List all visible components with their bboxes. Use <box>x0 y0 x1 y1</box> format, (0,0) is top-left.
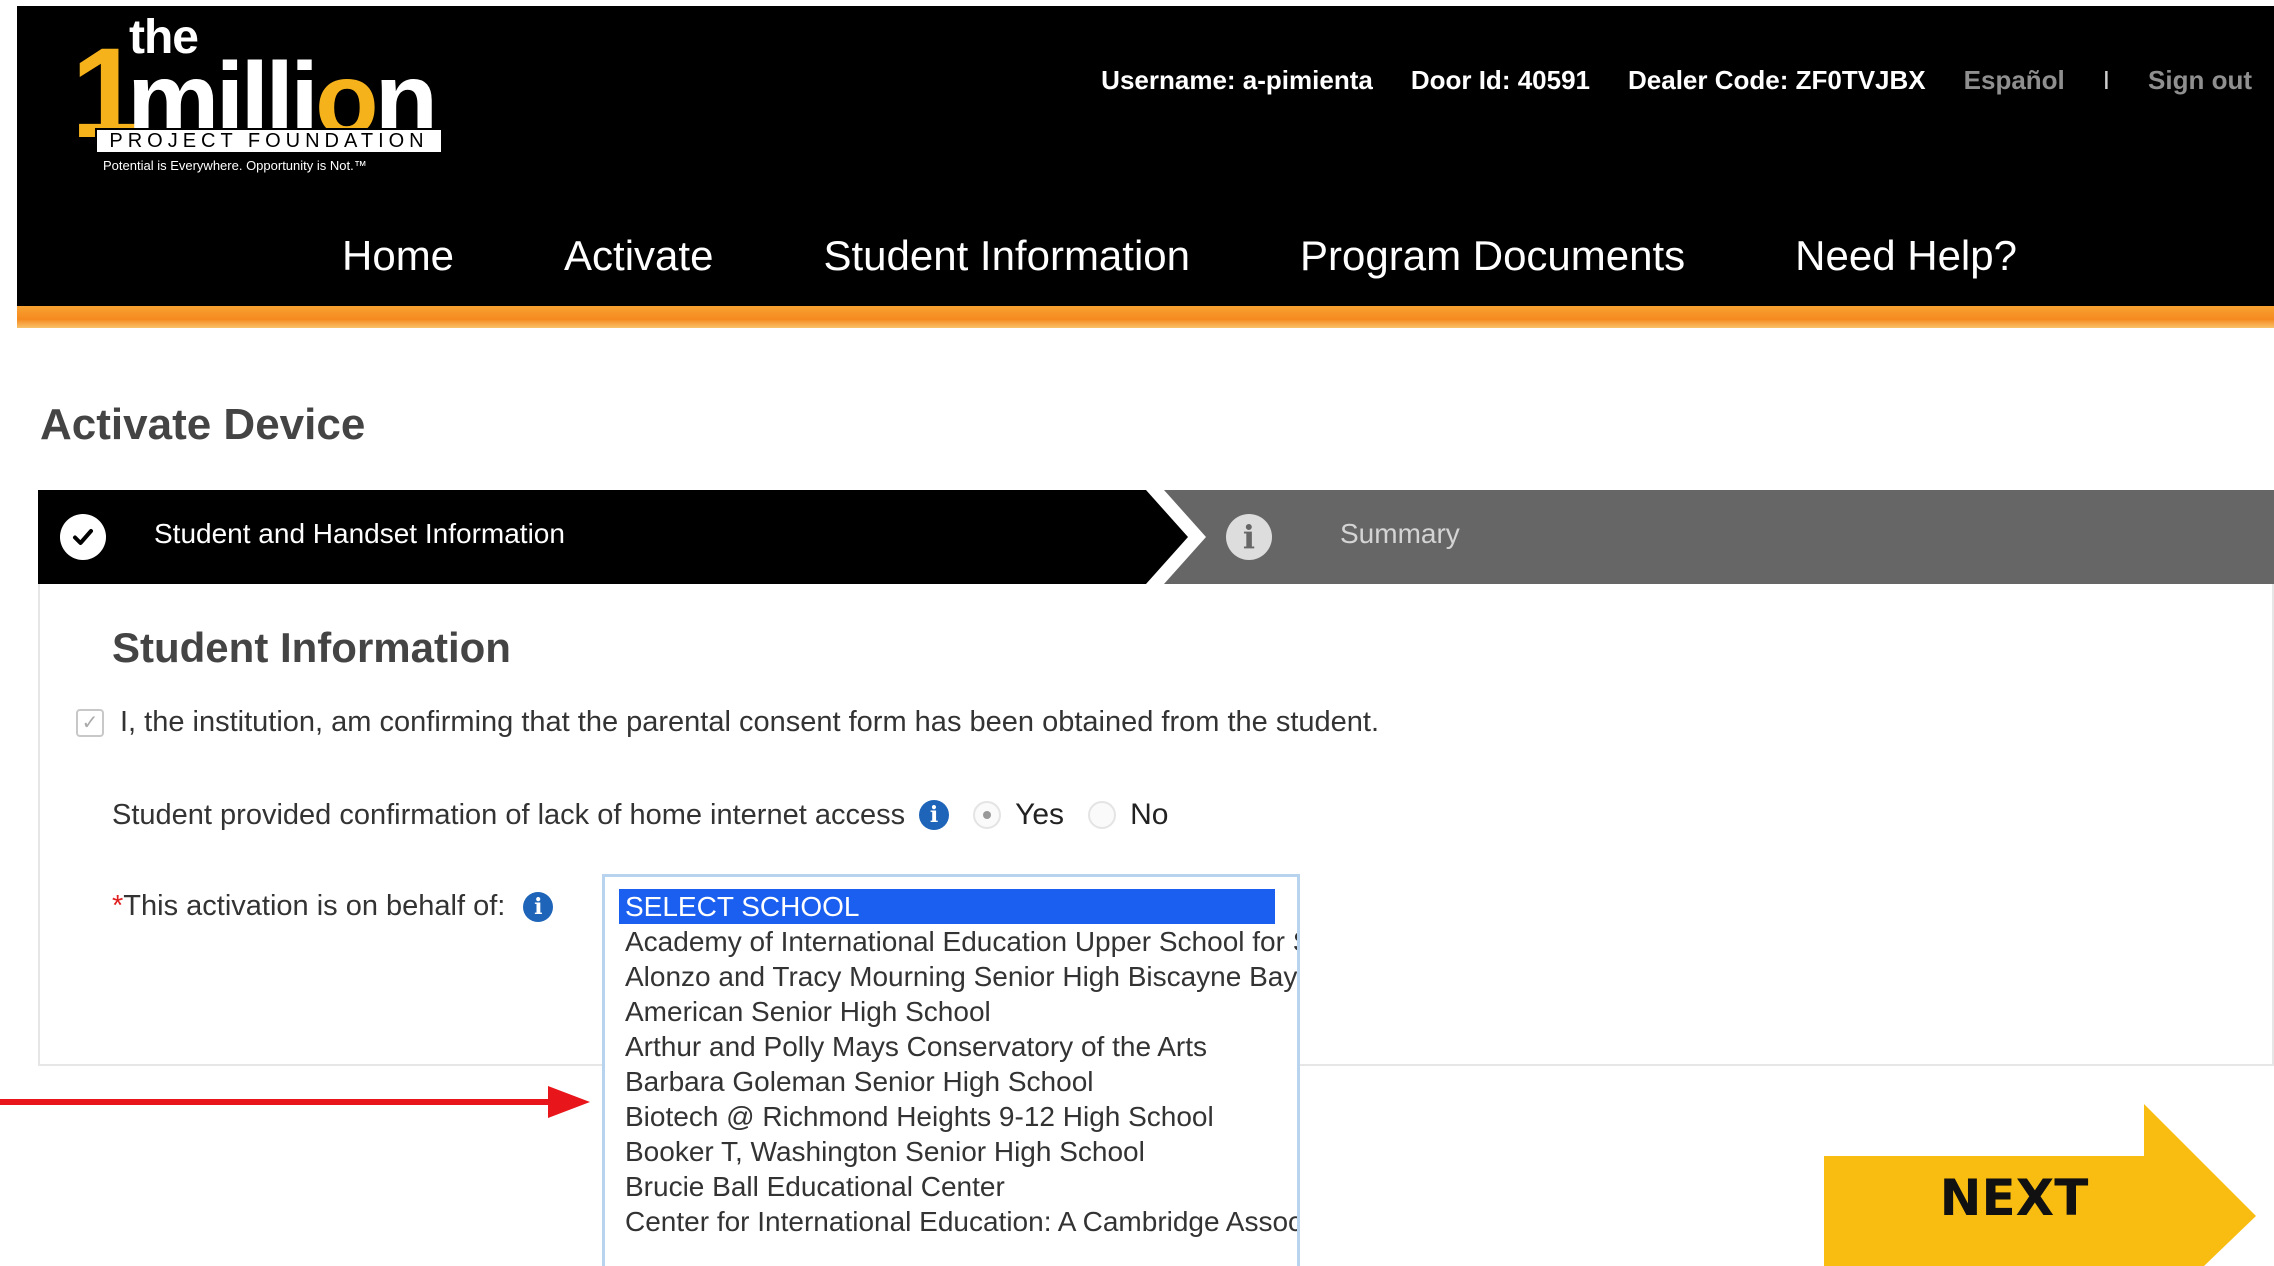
nav-activate[interactable]: Activate <box>564 228 713 284</box>
info-circle-icon: i <box>1226 514 1272 560</box>
school-option[interactable]: Barbara Goleman Senior High School <box>619 1064 1297 1099</box>
internet-question-label: Student provided confirmation of lack of… <box>112 798 906 831</box>
nav-student-information[interactable]: Student Information <box>823 228 1190 284</box>
no-radio[interactable] <box>1088 801 1117 829</box>
yes-radio-label[interactable]: Yes <box>1015 798 1064 832</box>
activation-stepper: Student and Handset Information i Summar… <box>38 490 2274 584</box>
nav-home[interactable]: Home <box>342 228 454 284</box>
section-title: Student Information <box>112 624 511 671</box>
consent-text: I, the institution, am confirming that t… <box>120 706 1380 738</box>
user-info-bar: Username: a-pimienta Door Id: 40591 Deal… <box>1101 64 2252 96</box>
school-option[interactable]: Academy of International Education Upper… <box>619 924 1297 959</box>
logo-tagline: Potential is Everywhere. Opportunity is … <box>103 158 367 173</box>
consent-row: ✓ I, the institution, am confirming that… <box>76 706 1379 739</box>
school-option[interactable]: Biotech @ Richmond Heights 9-12 High Sch… <box>619 1099 1297 1134</box>
school-option[interactable]: Brucie Ball Educational Center <box>619 1169 1297 1204</box>
school-option[interactable]: Alonzo and Tracy Mourning Senior High Bi… <box>619 959 1297 994</box>
internet-access-row: Student provided confirmation of lack of… <box>112 798 1168 832</box>
page-title: Activate Device <box>40 400 366 449</box>
logo-foundation-text: PROJECT FOUNDATION <box>109 130 429 152</box>
check-circle-icon <box>60 514 106 560</box>
nav-program-documents[interactable]: Program Documents <box>1300 228 1685 284</box>
school-option[interactable]: Booker T, Washington Senior High School <box>619 1134 1297 1169</box>
consent-checkbox[interactable]: ✓ <box>76 708 104 737</box>
step-student-handset[interactable]: Student and Handset Information <box>38 490 1188 584</box>
next-button-label[interactable]: NEXT <box>1824 1158 2204 1238</box>
userbar-separator: I <box>2102 64 2111 95</box>
logo-foundation-band: PROJECT FOUNDATION <box>95 128 443 154</box>
required-asterisk: * <box>112 890 124 922</box>
school-option[interactable]: Arthur and Polly Mays Conservatory of th… <box>619 1029 1297 1064</box>
step-label: Student and Handset Information <box>154 518 565 549</box>
million-project-logo[interactable]: the 1 million PROJECT FOUNDATION Potenti… <box>67 10 467 180</box>
language-link[interactable]: Español <box>1964 65 2065 96</box>
dealer-code-label: Dealer Code: ZF0TVJBX <box>1628 64 1926 95</box>
door-id-label: Door Id: 40591 <box>1410 64 1590 95</box>
behalf-row: *This activation is on behalf of: i <box>112 890 554 923</box>
yes-radio[interactable] <box>973 801 1002 829</box>
main-nav: Home Activate Student Information Progra… <box>342 228 2017 284</box>
info-icon[interactable]: i <box>523 891 554 922</box>
behalf-label: *This activation is on behalf of: <box>112 890 506 922</box>
step-summary[interactable]: i Summary <box>1164 490 2274 584</box>
header-accent-bar <box>17 306 2274 328</box>
red-arrow-annotation <box>0 1086 590 1118</box>
school-option-select-school[interactable]: SELECT SCHOOL <box>619 889 1275 924</box>
school-option[interactable]: American Senior High School <box>619 994 1297 1029</box>
site-header: the 1 million PROJECT FOUNDATION Potenti… <box>17 6 2274 306</box>
school-select-list[interactable]: SELECT SCHOOL Academy of International E… <box>602 874 1300 1266</box>
school-option[interactable]: Center for International Education: A Ca… <box>619 1204 1297 1239</box>
username-label: Username: a-pimienta <box>1101 64 1373 95</box>
nav-need-help[interactable]: Need Help? <box>1795 228 2017 284</box>
sign-out-link[interactable]: Sign out <box>2148 65 2252 96</box>
no-radio-label[interactable]: No <box>1130 798 1168 832</box>
radio-selected-dot <box>983 811 992 819</box>
info-icon[interactable]: i <box>919 800 950 830</box>
step-label: Summary <box>1340 518 1460 549</box>
